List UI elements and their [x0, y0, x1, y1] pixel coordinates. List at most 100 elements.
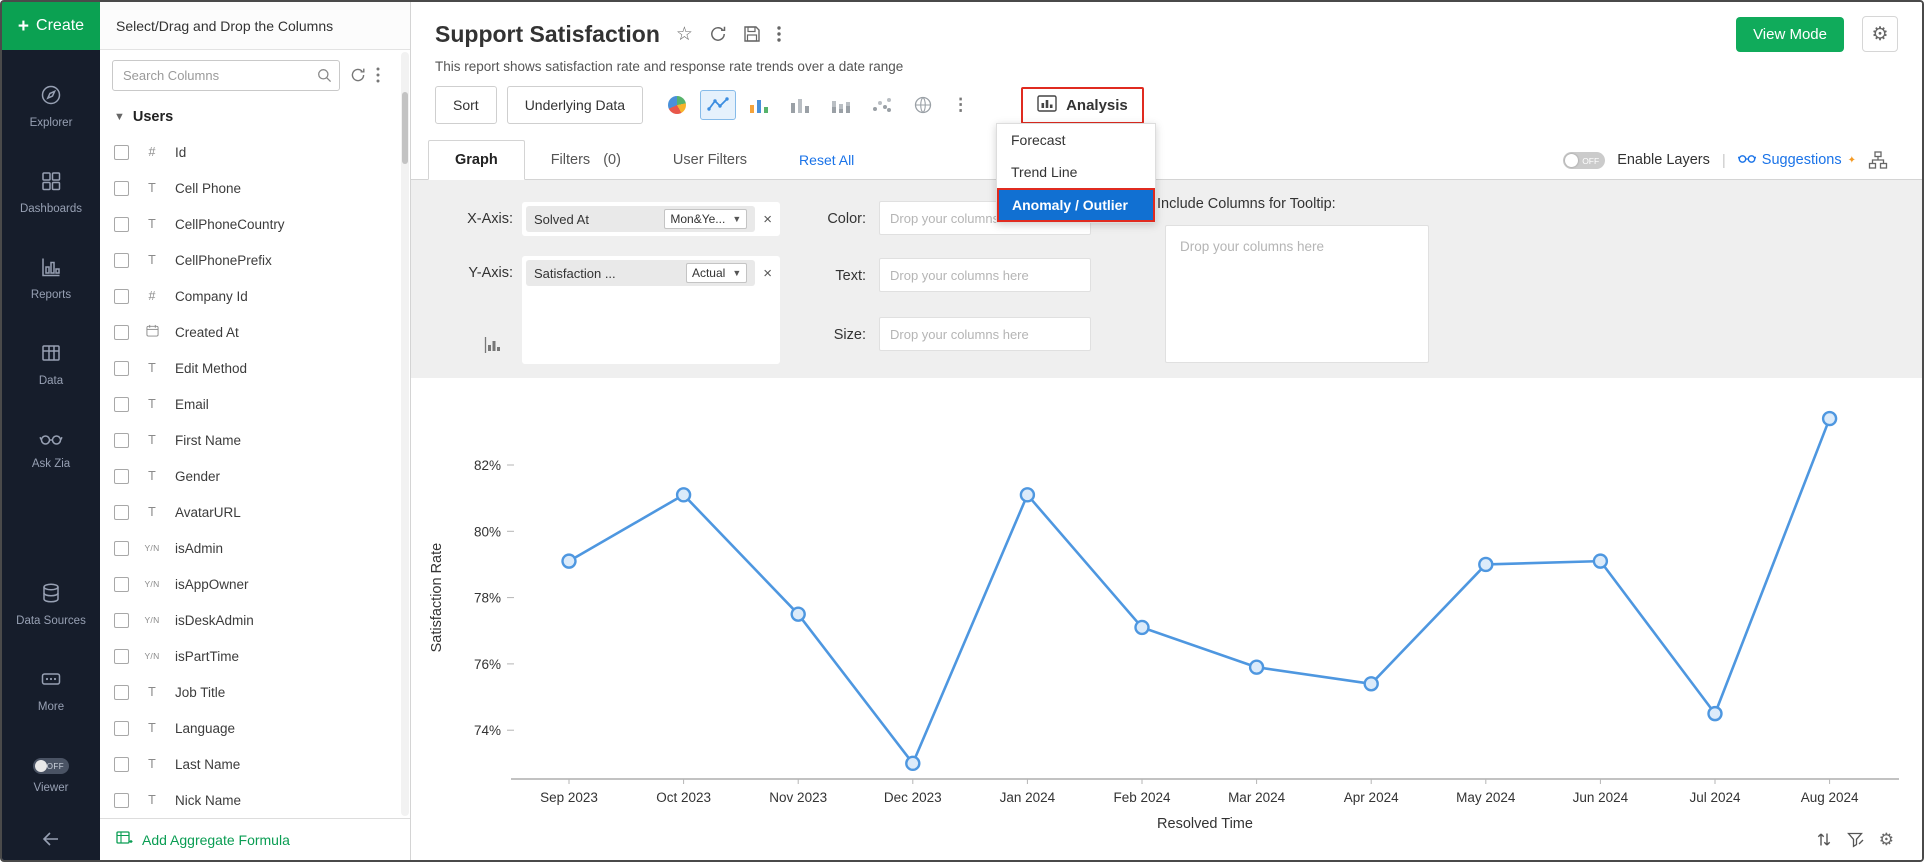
- sidebar-item-ask-zia[interactable]: Ask Zia: [2, 408, 100, 494]
- checkbox[interactable]: [114, 181, 129, 196]
- column-item[interactable]: TLanguage: [100, 710, 410, 746]
- size-dropzone[interactable]: [879, 317, 1091, 351]
- column-item[interactable]: TCell Phone: [100, 170, 410, 206]
- checkbox[interactable]: [114, 577, 129, 592]
- sidebar-item-explorer[interactable]: Explorer: [2, 64, 100, 150]
- header-kebab-icon[interactable]: [777, 25, 781, 43]
- text-dropzone[interactable]: [879, 258, 1091, 292]
- sidebar-item-viewer[interactable]: OFFViewer: [2, 734, 100, 820]
- x-axis-period-select[interactable]: Mon&Ye... ▼: [664, 209, 747, 229]
- scatter-plot-icon[interactable]: [864, 90, 900, 120]
- checkbox[interactable]: [114, 325, 129, 340]
- column-item[interactable]: TCellPhoneCountry: [100, 206, 410, 242]
- data-point[interactable]: [1479, 558, 1492, 571]
- data-point[interactable]: [906, 757, 919, 770]
- data-point[interactable]: [1250, 661, 1263, 674]
- hierarchy-icon[interactable]: [1868, 150, 1888, 170]
- checkbox[interactable]: [114, 217, 129, 232]
- search-columns-input[interactable]: [112, 60, 340, 91]
- menu-item-anomaly-outlier[interactable]: Anomaly / Outlier: [997, 188, 1155, 222]
- y-axis-shelf[interactable]: Satisfaction ... Actual ▼ ×: [522, 256, 780, 364]
- data-point[interactable]: [1594, 555, 1607, 568]
- y-axis-aggregate-select[interactable]: Actual ▼: [686, 263, 747, 283]
- underlying-data-button[interactable]: Underlying Data: [507, 86, 643, 124]
- data-point[interactable]: [1365, 677, 1378, 690]
- column-item[interactable]: Created At: [100, 314, 410, 350]
- checkbox[interactable]: [114, 793, 129, 808]
- menu-item-forecast[interactable]: Forecast: [997, 124, 1155, 156]
- axis-settings-icon[interactable]: [483, 336, 502, 359]
- save-icon[interactable]: [743, 25, 761, 43]
- line-chart-icon[interactable]: [700, 90, 736, 120]
- checkbox[interactable]: [114, 253, 129, 268]
- bar-chart-icon[interactable]: [741, 90, 777, 120]
- pie-chart-icon[interactable]: [659, 90, 695, 120]
- tab-user-filters[interactable]: User Filters: [647, 141, 773, 179]
- filter-icon[interactable]: [1847, 832, 1864, 848]
- data-point[interactable]: [792, 608, 805, 621]
- column-item[interactable]: TLast Name: [100, 746, 410, 782]
- refresh-columns-icon[interactable]: [350, 67, 366, 83]
- data-point[interactable]: [1709, 707, 1722, 720]
- column-item[interactable]: Y/NisAppOwner: [100, 566, 410, 602]
- sort-button[interactable]: Sort: [435, 86, 497, 124]
- panel-kebab-icon[interactable]: [376, 67, 380, 83]
- checkbox[interactable]: [114, 649, 129, 664]
- checkbox[interactable]: [114, 757, 129, 772]
- stacked-bar-chart-icon[interactable]: [823, 90, 859, 120]
- tab-filters[interactable]: Filters(0): [525, 141, 647, 179]
- column-item[interactable]: #Company Id: [100, 278, 410, 314]
- data-point[interactable]: [1136, 621, 1149, 634]
- grouped-bar-chart-icon[interactable]: [782, 90, 818, 120]
- column-item[interactable]: TEdit Method: [100, 350, 410, 386]
- column-item[interactable]: Y/NisDeskAdmin: [100, 602, 410, 638]
- map-chart-icon[interactable]: [905, 90, 941, 120]
- data-point[interactable]: [677, 488, 690, 501]
- refresh-report-icon[interactable]: [709, 25, 727, 43]
- column-item[interactable]: Y/NisPartTime: [100, 638, 410, 674]
- satisfaction-line-chart[interactable]: 74%76%78%80%82%Sep 2023Oct 2023Nov 2023D…: [411, 382, 1922, 848]
- remove-x-axis-icon[interactable]: ×: [763, 212, 772, 227]
- checkbox[interactable]: [114, 433, 129, 448]
- checkbox[interactable]: [114, 541, 129, 556]
- sidebar-item-data[interactable]: Data: [2, 322, 100, 408]
- sidebar-item-reports[interactable]: Reports: [2, 236, 100, 322]
- enable-layers-toggle[interactable]: OFF: [1563, 152, 1605, 169]
- column-item[interactable]: TNick Name: [100, 782, 410, 818]
- analysis-button[interactable]: Analysis: [1021, 87, 1144, 124]
- add-aggregate-formula-link[interactable]: Add Aggregate Formula: [100, 818, 410, 860]
- remove-y-axis-icon[interactable]: ×: [763, 266, 772, 281]
- suggestions-link[interactable]: Suggestions ✦: [1738, 152, 1856, 168]
- column-item[interactable]: TGender: [100, 458, 410, 494]
- tab-graph[interactable]: Graph: [428, 140, 525, 180]
- sort-order-icon[interactable]: [1816, 831, 1832, 848]
- column-item[interactable]: TJob Title: [100, 674, 410, 710]
- tooltip-dropzone[interactable]: Drop your columns here: [1165, 225, 1429, 363]
- sidebar-item-data-sources[interactable]: Data Sources: [2, 562, 100, 648]
- data-point[interactable]: [563, 555, 576, 568]
- settings-button[interactable]: ⚙: [1862, 16, 1898, 52]
- panel-scrollbar[interactable]: [401, 52, 409, 816]
- checkbox[interactable]: [114, 613, 129, 628]
- column-item[interactable]: #Id: [100, 134, 410, 170]
- sidebar-item-more[interactable]: More: [2, 648, 100, 734]
- checkbox[interactable]: [114, 361, 129, 376]
- chart-settings-gear-icon[interactable]: ⚙: [1879, 831, 1894, 848]
- data-point[interactable]: [1021, 488, 1034, 501]
- column-item[interactable]: TAvatarURL: [100, 494, 410, 530]
- data-point[interactable]: [1823, 412, 1836, 425]
- checkbox[interactable]: [114, 505, 129, 520]
- y-axis-column-chip[interactable]: Satisfaction ... Actual ▼: [526, 260, 755, 286]
- checkbox[interactable]: [114, 397, 129, 412]
- column-item[interactable]: TEmail: [100, 386, 410, 422]
- sidebar-item-dashboards[interactable]: Dashboards: [2, 150, 100, 236]
- x-axis-column-chip[interactable]: Solved At Mon&Ye... ▼: [526, 206, 755, 232]
- checkbox[interactable]: [114, 145, 129, 160]
- chart-types-kebab-icon[interactable]: ⋮: [946, 95, 975, 115]
- checkbox[interactable]: [114, 289, 129, 304]
- x-axis-shelf[interactable]: Solved At Mon&Ye... ▼ ×: [522, 202, 780, 236]
- create-button[interactable]: + Create: [2, 2, 100, 50]
- column-item[interactable]: Y/NisAdmin: [100, 530, 410, 566]
- checkbox[interactable]: [114, 685, 129, 700]
- checkbox[interactable]: [114, 721, 129, 736]
